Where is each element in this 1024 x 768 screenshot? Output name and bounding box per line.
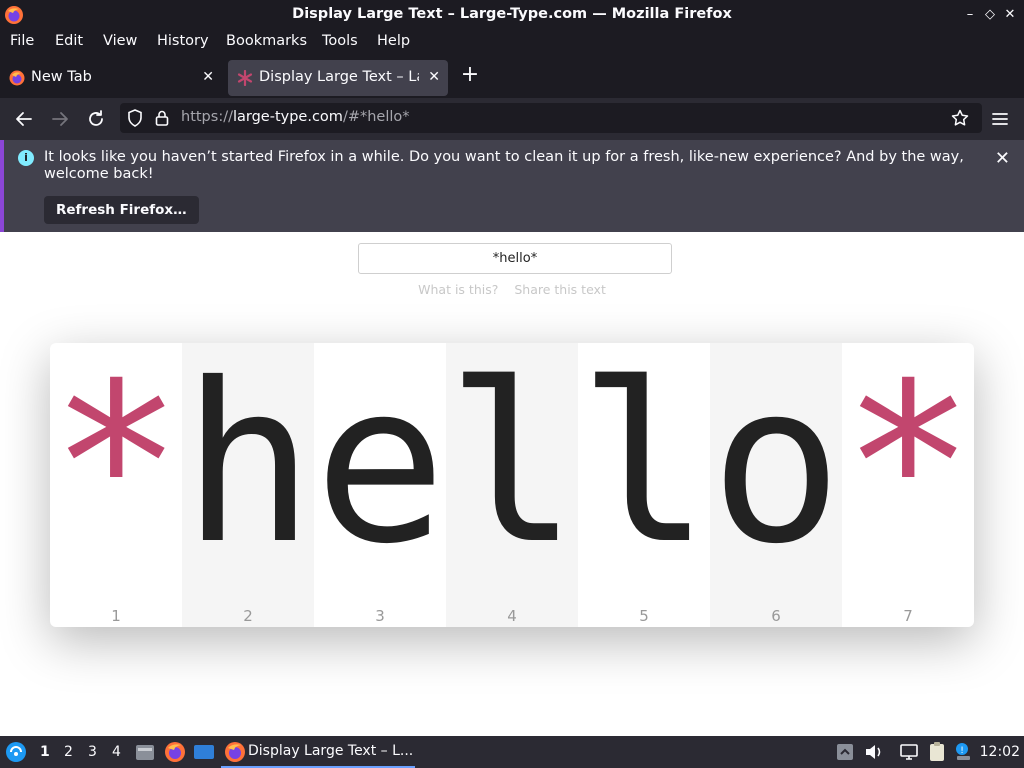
workspace-4[interactable]: 4	[112, 744, 121, 760]
large-text-display: * 1 h 2 e 3 l 4 l 5 o 6 * 7	[50, 343, 974, 627]
char-cell: * 1	[50, 343, 182, 627]
minimize-button[interactable]: –	[962, 7, 978, 23]
page-links: What is this? Share this text	[0, 282, 1024, 297]
notification-text: It looks like you haven’t started Firefo…	[44, 149, 964, 182]
shield-icon[interactable]	[125, 108, 145, 128]
char-cell: e 3	[314, 343, 446, 627]
maximize-button[interactable]: ◇	[982, 7, 998, 23]
char-index: 1	[111, 607, 121, 625]
char-index: 5	[639, 607, 649, 625]
page-content: *hello* What is this? Share this text * …	[0, 232, 1024, 736]
firefox-icon[interactable]	[164, 741, 186, 763]
char-cell: l 5	[578, 343, 710, 627]
volume-icon[interactable]	[862, 741, 884, 763]
what-is-this-link[interactable]: What is this?	[418, 282, 498, 297]
char-glyph: l	[578, 343, 711, 592]
char-cell: l 4	[446, 343, 578, 627]
char-glyph: e	[314, 343, 447, 592]
close-notification-icon[interactable]: ✕	[995, 148, 1010, 169]
share-text-link[interactable]: Share this text	[514, 282, 606, 297]
notification-bar: i It looks like you haven’t started Fire…	[0, 140, 1024, 232]
tab-label: New Tab	[31, 69, 92, 85]
tab-label: Display Large Text – Larg	[259, 69, 419, 85]
taskbar-task-firefox[interactable]: Display Large Text – L...	[221, 736, 415, 768]
tab-display-large-text[interactable]: Display Large Text – Larg ✕	[228, 60, 448, 96]
url-bar[interactable]: https://large-type.com/#*hello*	[120, 103, 982, 133]
close-tab-icon[interactable]: ✕	[428, 69, 440, 85]
char-glyph: *	[842, 343, 974, 592]
info-icon: i	[18, 150, 34, 166]
char-index: 6	[771, 607, 781, 625]
workspace-3[interactable]: 3	[88, 744, 97, 760]
char-glyph: h	[182, 343, 315, 592]
char-glyph: o	[710, 343, 843, 592]
text-input[interactable]: *hello*	[358, 243, 672, 274]
tray-up-icon[interactable]	[834, 741, 856, 763]
menu-view[interactable]: View	[103, 33, 137, 49]
navigation-bar: https://large-type.com/#*hello*	[0, 98, 1024, 140]
char-cell: o 6	[710, 343, 842, 627]
firefox-icon	[9, 70, 25, 86]
char-index: 3	[375, 607, 385, 625]
workspace-1[interactable]: 1	[40, 744, 50, 760]
char-index: 4	[507, 607, 517, 625]
menu-bar: File Edit View History Bookmarks Tools H…	[0, 30, 1024, 56]
file-manager-icon[interactable]	[134, 741, 156, 763]
menu-help[interactable]: Help	[377, 33, 410, 49]
start-menu-icon[interactable]	[5, 741, 27, 763]
char-glyph: *	[50, 343, 183, 592]
hamburger-menu-icon[interactable]	[988, 107, 1012, 131]
forward-arrow-icon[interactable]	[48, 107, 72, 131]
lock-icon[interactable]	[152, 108, 172, 128]
menu-bookmarks[interactable]: Bookmarks	[226, 33, 307, 49]
clipboard-icon[interactable]	[926, 741, 948, 763]
menu-history[interactable]: History	[157, 33, 209, 49]
new-tab-button[interactable]: +	[458, 64, 482, 88]
char-cell: * 7	[842, 343, 974, 627]
bookmark-star-icon[interactable]	[950, 108, 970, 128]
tab-new-tab[interactable]: New Tab ✕	[0, 60, 222, 96]
task-label: Display Large Text – L...	[248, 743, 414, 759]
char-index: 2	[243, 607, 253, 625]
network-icon[interactable]	[898, 741, 920, 763]
workspace-2[interactable]: 2	[64, 744, 73, 760]
clock: 12:02	[979, 744, 1020, 760]
char-index: 7	[903, 607, 913, 625]
firefox-icon	[225, 742, 245, 762]
reload-icon[interactable]	[84, 107, 108, 131]
svg-text:!: !	[960, 746, 964, 756]
taskbar: 1 2 3 4 Display Large Text – L... ! 12:0…	[0, 736, 1024, 768]
menu-tools[interactable]: Tools	[322, 33, 358, 49]
desktop-icon[interactable]	[193, 741, 215, 763]
url-text[interactable]: https://large-type.com/#*hello*	[181, 109, 410, 125]
asterisk-icon	[237, 70, 253, 86]
back-arrow-icon[interactable]	[12, 107, 36, 131]
char-cell: h 2	[182, 343, 314, 627]
close-window-button[interactable]: ✕	[1002, 7, 1018, 23]
title-bar: Display Large Text – Large-Type.com — Mo…	[0, 0, 1024, 30]
close-tab-icon[interactable]: ✕	[202, 69, 214, 85]
notifications-icon[interactable]: !	[952, 741, 974, 763]
refresh-firefox-button[interactable]: Refresh Firefox…	[44, 196, 199, 224]
menu-file[interactable]: File	[10, 33, 34, 49]
menu-edit[interactable]: Edit	[55, 33, 83, 49]
char-glyph: l	[446, 343, 579, 592]
window-title: Display Large Text – Large-Type.com — Mo…	[292, 6, 732, 22]
tab-strip: New Tab ✕ Display Large Text – Larg ✕ +	[0, 56, 1024, 98]
